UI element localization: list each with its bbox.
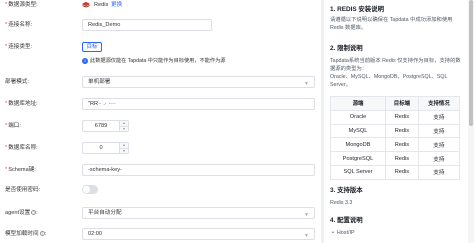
scrollbar-thumb[interactable]: [469, 0, 473, 126]
table-cell: PostgreSQL: [330, 151, 386, 166]
db-name-stepper[interactable]: 0 ▲ ▼: [82, 142, 129, 154]
row-db-address: *数据库地址: "RR·· .· ····: [0, 98, 321, 110]
doc-section-1-title: 1. REDIS 安装说明: [330, 6, 384, 13]
table-cell: MongoDB: [330, 137, 386, 153]
doc-panel: 1. REDIS 安装说明 请遵循以下说明以确保在 Tapdata 中成功添加和…: [324, 0, 468, 243]
port-stepper[interactable]: 6789 ▲ ▼: [82, 120, 129, 132]
row-db-type: *数据源类型: Redis 更换: [0, 0, 321, 12]
info-icon: i: [82, 57, 88, 64]
table-row: Oracle Redis 支持: [330, 109, 461, 125]
connection-name-input[interactable]: Redis_Demo: [82, 19, 212, 31]
doc-section-4-title: 4. 配置说明: [330, 217, 363, 224]
table-header: 目标端: [384, 96, 419, 111]
deploy-mode-label: 部署模式:: [5, 79, 29, 85]
db-name-label: *数据库名称:: [5, 145, 38, 151]
model-load-time-select[interactable]: 02:00 ▼: [82, 228, 315, 240]
agent-setting-select[interactable]: 平台自动分配 ▼: [82, 207, 315, 219]
change-db-type-link[interactable]: 更换: [111, 0, 122, 10]
db-address-label: *数据库地址:: [5, 101, 38, 107]
connection-name-label: *连接名称:: [5, 22, 33, 28]
model-load-time-value: 02:00: [88, 231, 102, 237]
connection-type-label: *连接类型:: [5, 44, 33, 50]
doc-section-2-text-2: Oracle、MySQL、MongoDB、PostgreSQL、SQL Serv…: [330, 74, 448, 88]
chevron-down-icon: ▼: [304, 81, 309, 87]
table-row: MongoDB Redis 支持: [330, 137, 461, 153]
deploy-mode-value: 单机部署: [88, 79, 111, 85]
doc-section-1-text: 请遵循以下说明以确保在 Tapdata 中成功添加和使用 Redis 数据库。: [330, 17, 453, 31]
table-cell: Redis: [384, 164, 419, 180]
doc-section-2-text-1: Tapdata系统当前版本 Redis 仅支持作为目标，支持的数据源的类型为：: [330, 58, 461, 72]
connection-type-info: i 此数据源仅能在 Tapdata 中只能作为目标使用，不能作为源: [82, 56, 225, 66]
table-cell: Oracle: [330, 109, 386, 125]
table-cell: Redis: [384, 151, 419, 166]
row-connection-name: *连接名称: Redis_Demo: [0, 19, 321, 31]
row-agent-setting: agent设置?: 平台自动分配 ▼: [0, 207, 321, 219]
chevron-down-icon: ▼: [304, 212, 309, 218]
table-row: MySQL Redis 支持: [330, 123, 461, 139]
db-name-value: 0: [99, 145, 103, 151]
table-cell: SQL Server: [330, 164, 386, 180]
doc-scrollbar[interactable]: [468, 0, 474, 243]
redis-logo-icon: [82, 2, 90, 8]
row-use-password: 是否使用密码:: [0, 184, 321, 196]
table-cell: 支持: [417, 137, 461, 153]
support-table: 源端 目标端 支持情况 Oracle Redis 支持 MySQL Redis …: [330, 96, 461, 180]
use-password-toggle[interactable]: [82, 185, 98, 194]
table-cell: Redis: [384, 137, 419, 153]
doc-section-4-list: Host/IP: [332, 229, 355, 237]
decrement-icon[interactable]: ▼: [120, 126, 128, 131]
table-row: PostgreSQL Redis 支持: [330, 151, 461, 166]
row-connection-type: *连接类型: 目标: [0, 42, 321, 54]
table-header-row: 源端 目标端 支持情况: [330, 96, 461, 111]
db-type-value: Redis: [94, 2, 109, 8]
table-header: 源端: [330, 96, 386, 111]
connection-form: *数据源类型: Redis 更换 *连接名称: Redis_Demo *连接类型…: [0, 0, 321, 243]
deploy-mode-select[interactable]: 单机部署 ▼: [82, 76, 315, 88]
doc-section-3-text: Redis 3.3: [330, 200, 353, 206]
info-text: 此数据源仅能在 Tapdata 中只能作为目标使用，不能作为源: [90, 58, 226, 64]
schema-key-label: *Schema键:: [5, 167, 36, 173]
list-item: Host/IP: [332, 229, 355, 237]
table-cell: Redis: [384, 109, 419, 125]
schema-key-input[interactable]: -schema-key-: [82, 164, 315, 176]
model-load-time-label: 模型加载时间?:: [5, 231, 47, 237]
table-cell: 支持: [417, 109, 461, 125]
table-header: 支持情况: [417, 96, 461, 111]
table-cell: MySQL: [330, 123, 386, 139]
use-password-label: 是否使用密码:: [5, 187, 41, 193]
decrement-icon[interactable]: ▼: [120, 148, 128, 153]
db-type-label: *数据源类型:: [5, 2, 38, 8]
target-option-button[interactable]: 目标: [82, 42, 102, 52]
row-port: *端口: 6789 ▲ ▼: [0, 120, 321, 132]
question-circle-icon[interactable]: ?: [31, 210, 37, 216]
question-circle-icon[interactable]: ?: [39, 231, 45, 237]
table-cell: 支持: [417, 164, 461, 180]
row-deploy-mode: 部署模式: 单机部署 ▼: [0, 76, 321, 88]
db-address-input[interactable]: "RR·· .· ····: [82, 98, 315, 110]
row-db-name: *数据库名称: 0 ▲ ▼: [0, 142, 321, 154]
row-schema-key: *Schema键: -schema-key-: [0, 164, 321, 176]
table-cell: 支持: [417, 123, 461, 139]
agent-setting-value: 平台自动分配: [88, 210, 122, 216]
doc-section-2-title: 2. 限制说明: [330, 45, 363, 52]
table-cell: Redis: [384, 123, 419, 139]
doc-section-3-title: 3. 支持版本: [330, 187, 363, 194]
chevron-down-icon: ▼: [304, 233, 309, 239]
row-model-load-time: 模型加载时间?: 02:00 ▼: [0, 228, 321, 240]
port-value: 6789: [94, 123, 108, 129]
table-row: SQL Server Redis 支持: [330, 164, 461, 180]
table-cell: 支持: [417, 151, 461, 166]
agent-setting-label: agent设置?:: [5, 210, 38, 216]
port-label: *端口:: [5, 123, 21, 129]
